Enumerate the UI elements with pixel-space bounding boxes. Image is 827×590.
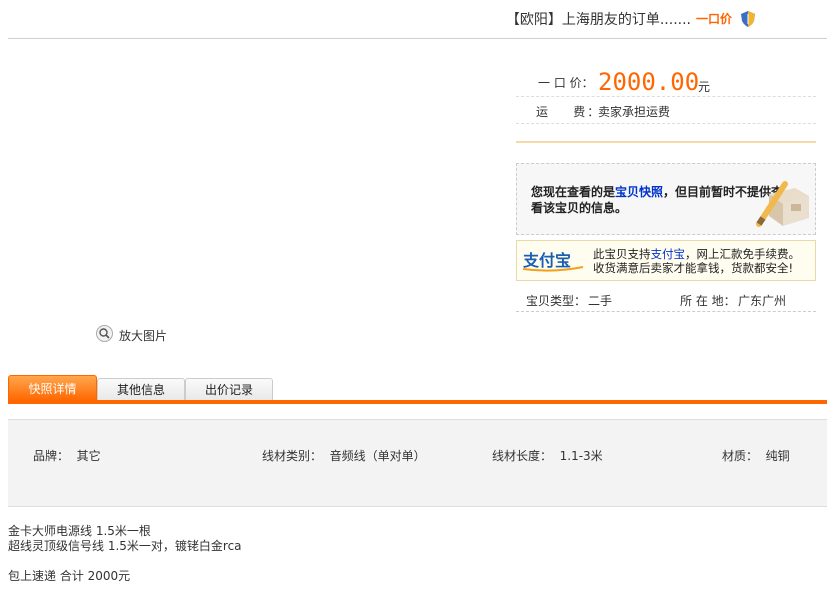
location-value: 广东广州 [738, 294, 787, 308]
description-line [8, 554, 242, 569]
location-label: 所 在 地： [680, 294, 736, 308]
attribute-cable-length: 线材长度： 1.1-3米 [492, 449, 603, 463]
price-row: 一 口 价： 2000.00 元 [516, 68, 816, 97]
description-line: 包上速递 合计 2000元 [8, 569, 131, 583]
tab-snapshot-details[interactable]: 快照详情 [8, 375, 97, 401]
tab-bar-underline [8, 400, 827, 404]
item-type-value: 二手 [588, 294, 613, 308]
title-bar: 【欧阳】上海朋友的订单....... 一口价 [8, 0, 827, 39]
alipay-logo[interactable]: 支付宝 [521, 247, 585, 273]
zoom-image-label: 放大图片 [119, 329, 168, 343]
item-description: 金卡大师电源线 1.5米一根 超线灵顶级信号线 1.5米一对，镀铑白金rca 包… [8, 524, 242, 584]
attributes-panel: 品牌： 其它 线材类别： 音频线（单对单） 线材长度： 1.1-3米 材质： 纯… [8, 419, 827, 507]
attribute-cable-type: 线材类别： 音频线（单对单） [262, 449, 426, 463]
snapshot-notice-text: 您现在查看的是宝贝快照，但目前暂时不提供查看该宝贝的信息。 [531, 184, 793, 216]
price-value: 2000.00 [598, 68, 700, 96]
description-line: 金卡大师电源线 1.5米一根 [8, 524, 151, 538]
alipay-notice: 支付宝 此宝贝支持支付宝，网上汇款免手续费。 收货满意后卖家才能拿钱，货款都安全… [516, 240, 816, 281]
tab-bid-history[interactable]: 出价记录 [185, 378, 273, 401]
shield-icon [741, 11, 755, 27]
alipay-link[interactable]: 支付宝 [651, 247, 686, 261]
tab-other-info[interactable]: 其他信息 [97, 378, 185, 401]
item-properties: 宝贝类型： 二手 所 在 地： 广东广州 [516, 289, 816, 312]
price-unit: 元 [698, 80, 711, 94]
attribute-material: 材质： 纯铜 [722, 449, 790, 463]
alipay-line2: 收货满意后卖家才能拿钱，货款都安全! [593, 261, 794, 275]
divider [516, 141, 816, 143]
snapshot-notice: 您现在查看的是宝贝快照，但目前暂时不提供查看该宝贝的信息。 [516, 163, 816, 235]
alipay-text: 此宝贝支持支付宝，网上汇款免手续费。 收货满意后卖家才能拿钱，货款都安全! [593, 247, 800, 275]
snapshot-prefix: 您现在查看的是 [531, 185, 616, 199]
alipay-line1-prefix: 此宝贝支持 [593, 247, 651, 261]
buy-now-label: 一口价 [695, 12, 732, 26]
attribute-brand: 品牌： 其它 [33, 449, 101, 463]
item-type-label: 宝贝类型： [526, 294, 587, 308]
price-box: 一 口 价： 2000.00 元 运 费： 卖家承担运费 [516, 68, 816, 124]
price-label: 一 口 价： [538, 76, 594, 90]
alipay-logo-text: 支付宝 [522, 251, 571, 270]
magnifier-icon [96, 325, 113, 342]
snapshot-link[interactable]: 宝贝快照 [615, 185, 663, 199]
item-title: 【欧阳】上海朋友的订单....... [505, 12, 691, 28]
alipay-line1-suffix: ，网上汇款免手续费。 [685, 247, 800, 261]
shipping-value: 卖家承担运费 [598, 105, 671, 119]
shipping-label: 运 费： [536, 105, 602, 119]
description-line: 超线灵顶级信号线 1.5米一对，镀铑白金rca [8, 539, 242, 553]
package-pencil-icon [756, 181, 809, 227]
shipping-row: 运 费： 卖家承担运费 [516, 97, 816, 124]
